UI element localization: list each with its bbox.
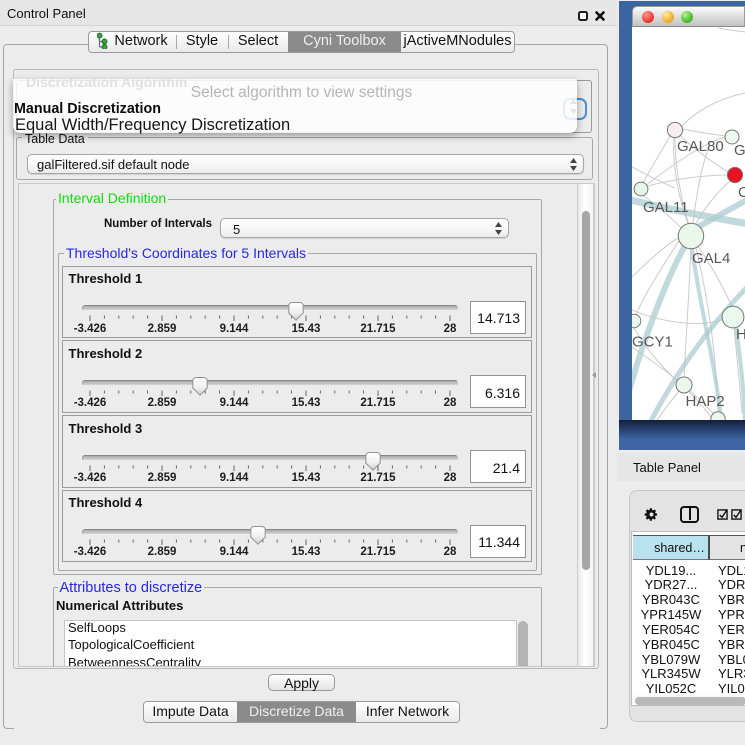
svg-text:GAL4: GAL4 [692,250,730,267]
svg-text:HAP2: HAP2 [686,393,725,410]
svg-text:GCY1: GCY1 [632,334,673,351]
svg-text:C: C [738,184,745,201]
svg-text:GAL80: GAL80 [677,138,724,155]
svg-text:GAL11: GAL11 [643,199,689,216]
svg-text:H: H [736,326,745,343]
svg-text:GA: GA [734,142,745,159]
